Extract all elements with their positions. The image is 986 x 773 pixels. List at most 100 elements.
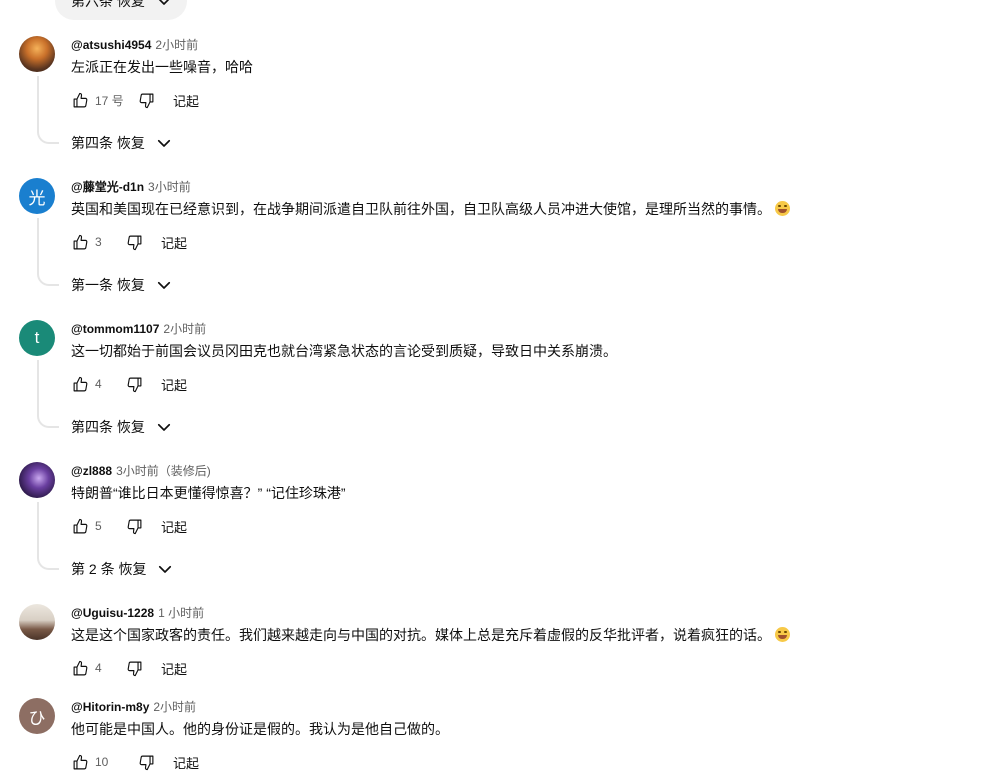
thread-line — [37, 502, 39, 552]
avatar-letter: ひ — [28, 708, 46, 728]
avatar-letter: 光 — [28, 188, 46, 208]
thread-connector — [37, 266, 59, 286]
dislike-button[interactable] — [125, 659, 143, 677]
thumbs-down-icon — [139, 755, 153, 770]
comment-actions: 17 号 记起 — [71, 88, 199, 112]
comment-actions: 3 记起 — [71, 230, 187, 254]
thread-line — [37, 360, 39, 410]
comment-actions: 4 记起 — [71, 372, 187, 396]
thumbs-down-icon — [127, 377, 141, 392]
author-handle[interactable]: @藤堂光-d1n — [71, 180, 144, 194]
show-replies-label: 第六条 恢复 — [71, 0, 145, 9]
comment-text: 他可能是中国人。他的身份证是假的。我认为是他自己做的。 — [71, 721, 449, 737]
show-replies-button[interactable]: 第六条 恢复 — [55, 0, 187, 20]
thread-connector — [37, 124, 59, 144]
reply-button[interactable]: 记起 — [161, 375, 187, 394]
like-count: 10 — [95, 755, 109, 769]
author-handle[interactable]: @tommom1107 — [71, 322, 159, 336]
thumbs-down-icon — [127, 661, 141, 676]
show-replies-button[interactable]: 第四条 恢复 — [71, 131, 173, 155]
author-handle[interactable]: @Hitorin-m8y — [71, 700, 149, 714]
comment-header: @tommom1107 2小时前 — [71, 320, 206, 338]
chevron-down-icon — [157, 139, 170, 147]
thread-line — [37, 218, 39, 268]
thumbs-down-icon — [139, 93, 153, 108]
like-button[interactable] — [71, 659, 89, 677]
dislike-button[interactable] — [125, 517, 143, 535]
comment-header: @藤堂光-d1n 3小时前 — [71, 178, 191, 196]
comment-text: 这一切都始于前国会议员冈田克也就台湾紧急状态的言论受到质疑，导致日中关系崩溃。 — [71, 343, 617, 359]
like-button[interactable] — [71, 517, 89, 535]
chevron-down-icon — [157, 281, 170, 289]
thumbs-up-icon — [73, 376, 87, 391]
comment-text-body: 这是这个国家政客的责任。我们越来越走向与中国的对抗。媒体上总是充斥着虚假的反华批… — [71, 627, 771, 643]
show-replies-label: 第四条 恢复 — [71, 419, 145, 435]
like-button[interactable] — [71, 753, 89, 771]
like-button[interactable] — [71, 375, 89, 393]
show-replies-label: 第一条 恢复 — [71, 277, 145, 293]
dislike-button[interactable] — [125, 233, 143, 251]
like-count: 4 — [95, 661, 102, 675]
like-count: 17 号 — [95, 93, 124, 108]
timestamp[interactable]: 1 小时前 — [158, 606, 204, 620]
comments-page: 第六条 恢复 @atsushi4954 2小时前 左派正在发出一些噪音，哈哈 17… — [0, 0, 986, 773]
comment-header: @atsushi4954 2小时前 — [71, 36, 198, 54]
thumbs-up-icon — [73, 234, 87, 249]
thumbs-up-icon — [73, 92, 87, 107]
show-replies-label: 第四条 恢复 — [71, 135, 145, 151]
comment-actions: 5 记起 — [71, 514, 187, 538]
avatar[interactable] — [19, 462, 55, 498]
comment-text-body: 英国和美国现在已经意识到，在战争期间派遣自卫队前往外国，自卫队高级人员冲进大使馆… — [71, 201, 771, 217]
reply-button[interactable]: 记起 — [173, 753, 199, 772]
thumbs-down-icon — [127, 235, 141, 250]
laughing-face-icon — [775, 627, 790, 642]
comment-text: 英国和美国现在已经意识到，在战争期间派遣自卫队前往外国，自卫队高级人员冲进大使馆… — [71, 199, 790, 219]
show-replies-button[interactable]: 第 2 条 恢复 — [71, 557, 174, 581]
avatar[interactable] — [19, 604, 55, 640]
like-count: 3 — [95, 235, 102, 249]
timestamp[interactable]: 2小时前 — [155, 38, 198, 52]
reply-button[interactable]: 记起 — [173, 91, 199, 110]
avatar[interactable]: t — [19, 320, 55, 356]
dislike-button[interactable] — [137, 753, 155, 771]
comment-header: @Hitorin-m8y 2小时前 — [71, 698, 196, 716]
timestamp[interactable]: 2小时前 — [153, 700, 196, 714]
dislike-button[interactable] — [125, 375, 143, 393]
avatar[interactable]: 光 — [19, 178, 55, 214]
smiling-face-icon — [775, 201, 790, 216]
chevron-down-icon — [159, 565, 172, 573]
show-replies-button[interactable]: 第四条 恢复 — [71, 415, 173, 439]
thread-connector — [37, 408, 59, 428]
author-handle[interactable]: @zl888 — [71, 464, 112, 478]
avatar[interactable] — [19, 36, 55, 72]
comment-text: 特朗普“谁比日本更懂得惊喜？” “记住珍珠港” — [71, 485, 346, 501]
comment-actions: 4 记起 — [71, 656, 187, 680]
thumbs-up-icon — [73, 518, 87, 533]
thumbs-down-icon — [127, 519, 141, 534]
reply-button[interactable]: 记起 — [161, 233, 187, 252]
reply-button[interactable]: 记起 — [161, 659, 187, 678]
dislike-button[interactable] — [137, 91, 155, 109]
comment-header: @Uguisu-1228 1 小时前 — [71, 604, 204, 622]
like-count: 5 — [95, 519, 102, 533]
timestamp[interactable]: 3小时前（装修后) — [116, 464, 211, 478]
show-replies-button[interactable]: 第一条 恢复 — [71, 273, 173, 297]
like-button[interactable] — [71, 233, 89, 251]
chevron-down-icon — [158, 0, 170, 5]
comment-text: 左派正在发出一些噪音，哈哈 — [71, 59, 253, 75]
thread-connector — [37, 550, 59, 570]
chevron-down-icon — [157, 423, 170, 431]
timestamp[interactable]: 2小时前 — [163, 322, 206, 336]
avatar[interactable]: ひ — [19, 698, 55, 734]
comment-header: @zl888 3小时前（装修后) — [71, 462, 211, 480]
like-button[interactable] — [71, 91, 89, 109]
thread-line — [37, 76, 39, 126]
author-handle[interactable]: @Uguisu-1228 — [71, 606, 154, 620]
show-replies-label: 第 2 条 恢复 — [71, 561, 147, 577]
thumbs-up-icon — [73, 660, 87, 675]
reply-button[interactable]: 记起 — [161, 517, 187, 536]
author-handle[interactable]: @atsushi4954 — [71, 38, 151, 52]
like-count: 4 — [95, 377, 102, 391]
comment-actions: 10 记起 — [71, 750, 199, 773]
timestamp[interactable]: 3小时前 — [148, 180, 191, 194]
